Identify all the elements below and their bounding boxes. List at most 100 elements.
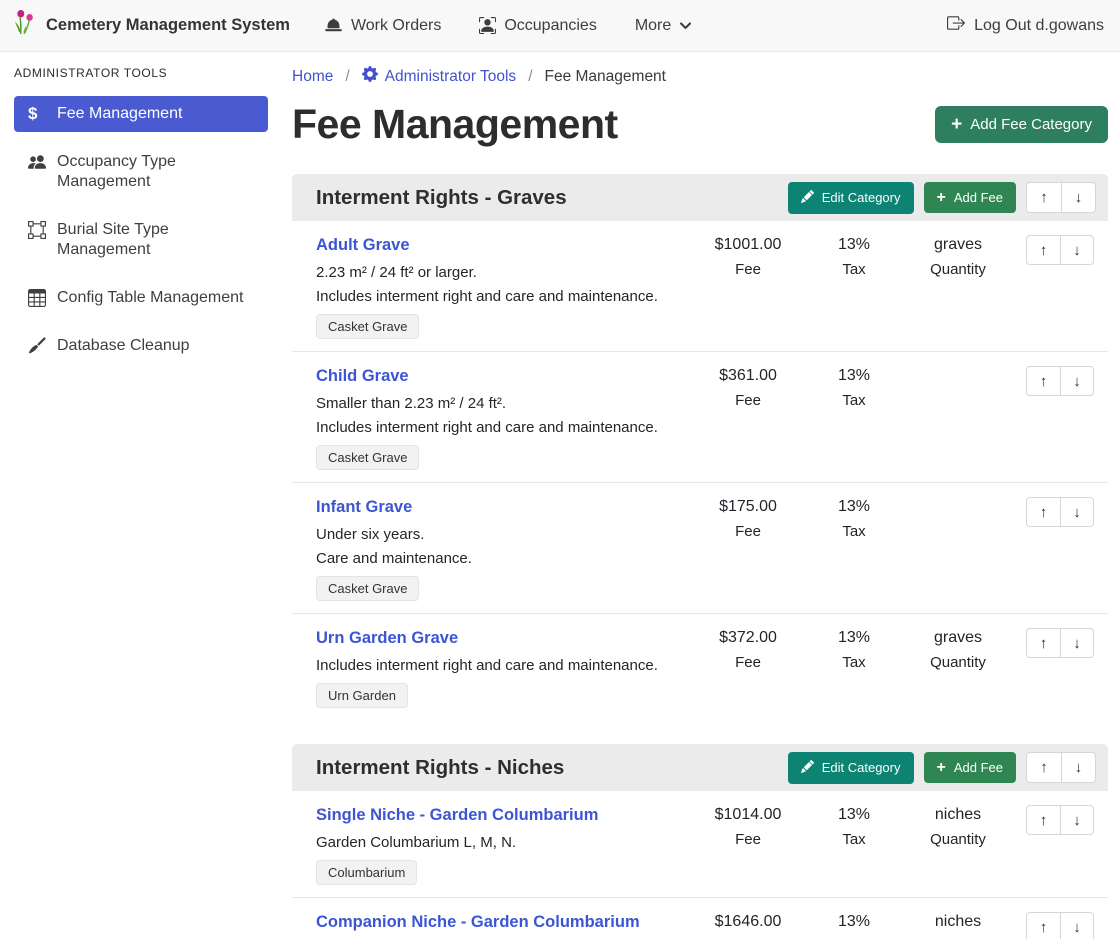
fee-tax-label: Tax [804,831,904,848]
fee-tag: Casket Grave [316,576,419,601]
app-brand: Cemetery Management System [12,8,290,43]
fee-tax-label: Tax [804,261,904,278]
fee-amount-label: Fee [692,654,804,671]
breadcrumb-home-link[interactable]: Home [292,68,333,86]
fee-tag: Casket Grave [316,314,419,339]
move-fee-up-button[interactable]: ↑ [1026,497,1060,527]
move-category-down-button[interactable]: ↓ [1061,182,1096,213]
sidebar-item-occupancy-type[interactable]: Occupancy Type Management [14,144,268,200]
fee-amount: $175.00 [692,498,804,516]
nav-more[interactable]: More [635,17,692,35]
fee-description: Garden Columbarium L, M, N. [316,834,684,851]
breadcrumb-separator: / [345,68,349,86]
page-title: Fee Management [292,101,618,148]
move-fee-up-button[interactable]: ↑ [1026,235,1060,265]
logout-icon [947,14,965,37]
move-fee-up-button[interactable]: ↑ [1026,628,1060,658]
fee-reorder-controls: ↑ ↓ [1012,233,1094,339]
fee-row: Adult Grave 2.23 m² / 24 ft² or larger. … [292,221,1108,351]
fee-amount-label: Fee [692,261,804,278]
breadcrumb-admin-tools-label: Administrator Tools [385,68,517,86]
edit-category-button[interactable]: Edit Category [788,752,914,784]
dollar-icon: $ [28,105,46,123]
breadcrumb-admin-tools-link[interactable]: Administrator Tools [362,66,517,87]
fee-description: Under six years. [316,526,684,543]
fee-amount-label: Fee [692,831,804,848]
bounding-box-icon [28,221,46,239]
fee-reorder-controls: ↑ ↓ [1012,364,1094,470]
add-fee-category-label: Add Fee Category [970,116,1092,133]
fee-tax: 13% [804,236,904,254]
nav-more-label: More [635,17,671,35]
move-fee-up-button[interactable]: ↑ [1026,912,1060,939]
fee-row: Child Grave Smaller than 2.23 m² / 24 ft… [292,351,1108,482]
fee-tax: 13% [804,367,904,385]
category-title: Interment Rights - Graves [316,186,788,210]
fee-amount: $372.00 [692,629,804,647]
move-fee-down-button[interactable]: ↓ [1060,912,1094,939]
add-fee-button[interactable]: + Add Fee [924,752,1017,783]
move-category-up-button[interactable]: ↑ [1026,752,1061,783]
pencil-icon [801,760,814,776]
fee-reorder-controls: ↑ ↓ [1012,626,1094,708]
plus-icon: + [951,118,962,132]
fee-name-link[interactable]: Single Niche - Garden Columbarium [316,806,598,825]
move-fee-down-button[interactable]: ↓ [1060,628,1094,658]
sidebar-item-label: Burial Site Type Management [57,220,247,260]
add-fee-category-button[interactable]: + Add Fee Category [935,106,1108,143]
move-fee-down-button[interactable]: ↓ [1060,497,1094,527]
nav-occupancies[interactable]: Occupancies [479,17,597,35]
logout-label: Log Out d.gowans [974,17,1104,35]
fee-amount: $361.00 [692,367,804,385]
fee-tax-label: Tax [804,392,904,409]
edit-category-button[interactable]: Edit Category [788,182,914,214]
fee-name-link[interactable]: Adult Grave [316,236,410,255]
category-card-graves: Interment Rights - Graves Edit Category … [292,174,1108,720]
fee-tax-label: Tax [804,523,904,540]
move-fee-down-button[interactable]: ↓ [1060,235,1094,265]
nav-work-orders[interactable]: Work Orders [324,17,441,35]
move-fee-up-button[interactable]: ↑ [1026,805,1060,835]
add-fee-button[interactable]: + Add Fee [924,182,1017,213]
fee-reorder-controls: ↑ ↓ [1012,803,1094,885]
fee-amount: $1001.00 [692,236,804,254]
fee-row: Urn Garden Grave Includes interment righ… [292,613,1108,720]
fee-row: Infant Grave Under six years. Care and m… [292,482,1108,613]
fee-amount-label: Fee [692,523,804,540]
fee-quantity-label: Quantity [904,261,1012,278]
move-fee-up-button[interactable]: ↑ [1026,366,1060,396]
gear-icon [362,66,378,87]
chevron-down-icon [679,19,692,32]
logout-button[interactable]: Log Out d.gowans [947,14,1104,37]
fee-reorder-controls: ↑ ↓ [1012,495,1094,601]
fee-description: Smaller than 2.23 m² / 24 ft². [316,395,684,412]
main-content: Home / Administrator Tools / Fee Managem… [280,52,1120,939]
nav-work-orders-label: Work Orders [351,17,441,35]
sidebar-item-database-cleanup[interactable]: Database Cleanup [14,328,268,364]
fee-tax: 13% [804,498,904,516]
person-bounding-box-icon [479,17,496,34]
sidebar-item-label: Database Cleanup [57,336,190,356]
fee-row: Single Niche - Garden Columbarium Garden… [292,791,1108,897]
edit-category-label: Edit Category [822,760,901,775]
move-category-down-button[interactable]: ↓ [1061,752,1096,783]
move-fee-down-button[interactable]: ↓ [1060,366,1094,396]
sidebar-item-fee-management[interactable]: $ Fee Management [14,96,268,132]
move-category-up-button[interactable]: ↑ [1026,182,1061,213]
edit-category-label: Edit Category [822,190,901,205]
fee-name-link[interactable]: Urn Garden Grave [316,629,458,648]
fee-name-link[interactable]: Infant Grave [316,498,412,517]
add-fee-label: Add Fee [954,760,1003,775]
plus-icon: + [937,193,946,203]
sidebar-item-burial-site-type[interactable]: Burial Site Type Management [14,212,268,268]
fee-quantity-label: Quantity [904,654,1012,671]
top-navbar: Cemetery Management System Work Orders O… [0,0,1120,52]
move-fee-down-button[interactable]: ↓ [1060,805,1094,835]
plus-icon: + [937,763,946,773]
sidebar-item-config-table[interactable]: Config Table Management [14,280,268,316]
fee-row: Companion Niche - Garden Columbarium Gar… [292,897,1108,939]
nav-links: Work Orders Occupancies More [324,17,692,35]
fee-name-link[interactable]: Companion Niche - Garden Columbarium [316,913,640,932]
app-title: Cemetery Management System [46,16,290,35]
fee-name-link[interactable]: Child Grave [316,367,409,386]
